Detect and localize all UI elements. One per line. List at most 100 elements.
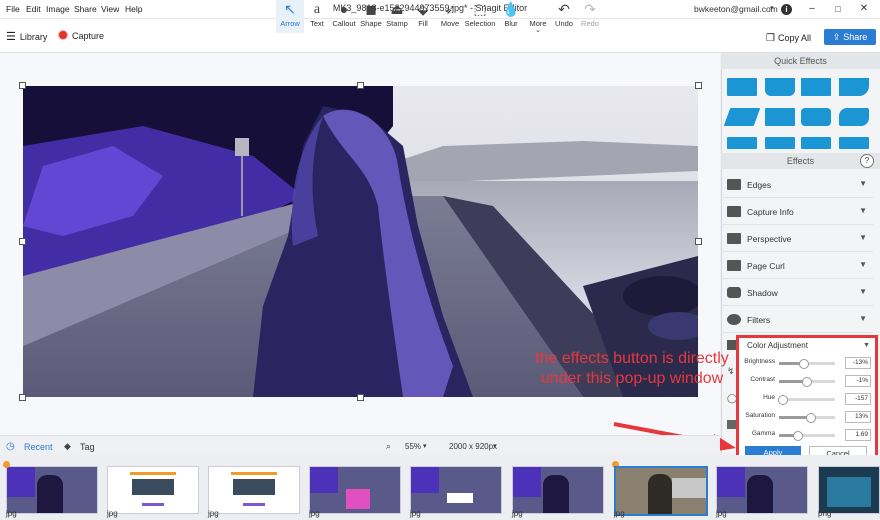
zoom-icon: ⌕ bbox=[386, 441, 392, 451]
size-dropdown-icon[interactable]: ▾ bbox=[493, 442, 497, 450]
effect-capture-info[interactable]: Capture Info ▼ bbox=[723, 200, 873, 225]
saturation-value[interactable]: 13% bbox=[845, 411, 871, 423]
quick-effect-thumb[interactable] bbox=[727, 137, 757, 149]
brightness-value[interactable]: -13% bbox=[845, 357, 871, 369]
image-size[interactable]: 2000 x 920px bbox=[449, 442, 497, 451]
tool-shape[interactable]: ◼ Shape bbox=[358, 0, 384, 33]
effect-shadow[interactable]: Shadow ▼ bbox=[723, 281, 873, 306]
quick-effect-thumb[interactable] bbox=[839, 137, 869, 149]
menu-share[interactable]: Share bbox=[74, 4, 97, 14]
move-icon: ➶ bbox=[444, 1, 456, 17]
tray-thumbnail[interactable] bbox=[716, 466, 808, 514]
tray-thumbnail-selected[interactable] bbox=[614, 466, 708, 516]
slider-knob[interactable] bbox=[799, 359, 810, 369]
page-curl-icon bbox=[727, 260, 741, 271]
quick-effect-thumb[interactable] bbox=[801, 137, 831, 149]
tool-text[interactable]: a Text bbox=[304, 0, 330, 33]
resize-handle[interactable] bbox=[19, 394, 26, 401]
brightness-slider[interactable] bbox=[779, 359, 835, 369]
contrast-value[interactable]: -1% bbox=[845, 375, 871, 387]
capture-button[interactable]: Capture bbox=[58, 30, 104, 41]
resize-handle[interactable] bbox=[357, 82, 364, 89]
tool-stamp[interactable]: ⏏ Stamp bbox=[384, 0, 410, 33]
maximize-icon[interactable]: □ bbox=[831, 2, 845, 16]
close-icon[interactable]: ✕ bbox=[857, 2, 871, 16]
share-button[interactable]: ⇪ Share bbox=[824, 29, 876, 45]
resize-handle[interactable] bbox=[19, 82, 26, 89]
tray-thumbnail[interactable] bbox=[410, 466, 502, 514]
quick-effect-thumb[interactable] bbox=[727, 78, 757, 96]
quick-effect-thumb[interactable] bbox=[765, 78, 795, 96]
shadow-icon bbox=[727, 287, 741, 298]
zoom-level[interactable]: 55% bbox=[405, 442, 421, 451]
copy-all-button[interactable]: ❐ Copy All bbox=[766, 33, 811, 44]
resize-handle[interactable] bbox=[19, 238, 26, 245]
slider-knob[interactable] bbox=[778, 395, 789, 405]
effect-label: Page Curl bbox=[747, 261, 785, 271]
menu-help[interactable]: Help bbox=[125, 4, 142, 14]
quick-effect-thumb[interactable] bbox=[765, 137, 795, 149]
quick-effect-thumb[interactable] bbox=[765, 108, 795, 126]
saturation-slider[interactable] bbox=[779, 413, 835, 423]
menu-file[interactable]: File bbox=[6, 4, 20, 14]
tray-thumbnail[interactable] bbox=[6, 466, 98, 514]
gamma-value[interactable]: 1.69 bbox=[845, 429, 871, 441]
tool-redo[interactable]: ↷ Redo bbox=[578, 0, 602, 33]
resize-handle[interactable] bbox=[695, 238, 702, 245]
effect-page-curl[interactable]: Page Curl ▼ bbox=[723, 254, 873, 279]
minimize-icon[interactable]: – bbox=[805, 2, 819, 16]
tool-move[interactable]: ➶ Move bbox=[437, 0, 463, 33]
quick-effect-thumb[interactable] bbox=[839, 78, 869, 96]
tag-tab[interactable]: Tag bbox=[80, 442, 95, 452]
user-account[interactable]: bwkeeton@gmail.com bbox=[694, 4, 778, 14]
tool-arrow[interactable]: ↖ Arrow bbox=[276, 0, 304, 33]
library-button[interactable]: ☰ Library bbox=[6, 30, 47, 43]
resize-handle[interactable] bbox=[695, 82, 702, 89]
slider-knob[interactable] bbox=[793, 431, 804, 441]
menu-image[interactable]: Image bbox=[46, 4, 70, 14]
tool-callout[interactable]: ● Callout bbox=[330, 0, 358, 33]
effect-perspective[interactable]: Perspective ▼ bbox=[723, 227, 873, 252]
quick-effect-thumb[interactable] bbox=[801, 108, 831, 126]
slider-knob[interactable] bbox=[806, 413, 817, 423]
help-icon[interactable]: ? bbox=[860, 154, 874, 168]
account-dropdown-icon[interactable]: ▾ bbox=[770, 4, 774, 12]
zoom-dropdown-icon[interactable]: ▾ bbox=[423, 442, 427, 450]
tray-thumbnail[interactable] bbox=[512, 466, 604, 514]
effect-label: Edges bbox=[747, 180, 772, 190]
quick-effect-thumb[interactable] bbox=[801, 78, 831, 96]
chevron-down-icon: ▼ bbox=[859, 179, 867, 188]
slider-label: Hue bbox=[763, 394, 775, 401]
chevron-down-icon[interactable]: ▼ bbox=[863, 342, 870, 349]
tool-more[interactable]: .More⌄ bbox=[526, 0, 550, 34]
slider-knob[interactable] bbox=[802, 377, 813, 387]
tray-thumbnail[interactable] bbox=[818, 466, 880, 514]
record-icon bbox=[58, 30, 68, 40]
resize-handle[interactable] bbox=[357, 394, 364, 401]
tray-thumbnail[interactable] bbox=[208, 466, 300, 514]
tray-thumbnail[interactable] bbox=[309, 466, 401, 514]
menu-edit[interactable]: Edit bbox=[26, 4, 41, 14]
contrast-slider[interactable] bbox=[779, 377, 835, 387]
effect-edges[interactable]: Edges ▼ bbox=[723, 173, 873, 198]
blur-icon: 💧 bbox=[502, 1, 520, 17]
tray-thumbnail[interactable] bbox=[107, 466, 199, 514]
hue-value[interactable]: -157 bbox=[845, 393, 871, 405]
menu-view[interactable]: View bbox=[101, 4, 119, 14]
slider-row-saturation: Saturation 13% bbox=[739, 408, 875, 426]
quick-effect-thumb[interactable] bbox=[839, 108, 869, 126]
gamma-slider[interactable] bbox=[779, 431, 835, 441]
info-icon[interactable]: i bbox=[781, 4, 792, 15]
tool-selection[interactable]: ⬚ Selection bbox=[463, 0, 497, 33]
effect-filters[interactable]: Filters ▼ bbox=[723, 308, 873, 333]
tool-undo[interactable]: ↶ Undo bbox=[552, 0, 576, 33]
slider-row-gamma: Gamma 1.69 bbox=[739, 426, 875, 444]
hue-slider[interactable] bbox=[778, 395, 835, 405]
recent-tab[interactable]: Recent bbox=[24, 442, 53, 452]
filters-icon bbox=[727, 314, 741, 325]
tool-fill[interactable]: ⬙ Fill bbox=[412, 0, 434, 33]
file-type: jpg bbox=[107, 509, 118, 518]
tool-label: Selection bbox=[464, 19, 496, 28]
tool-blur[interactable]: 💧 Blur bbox=[499, 0, 523, 33]
more-icon: . bbox=[526, 0, 550, 19]
